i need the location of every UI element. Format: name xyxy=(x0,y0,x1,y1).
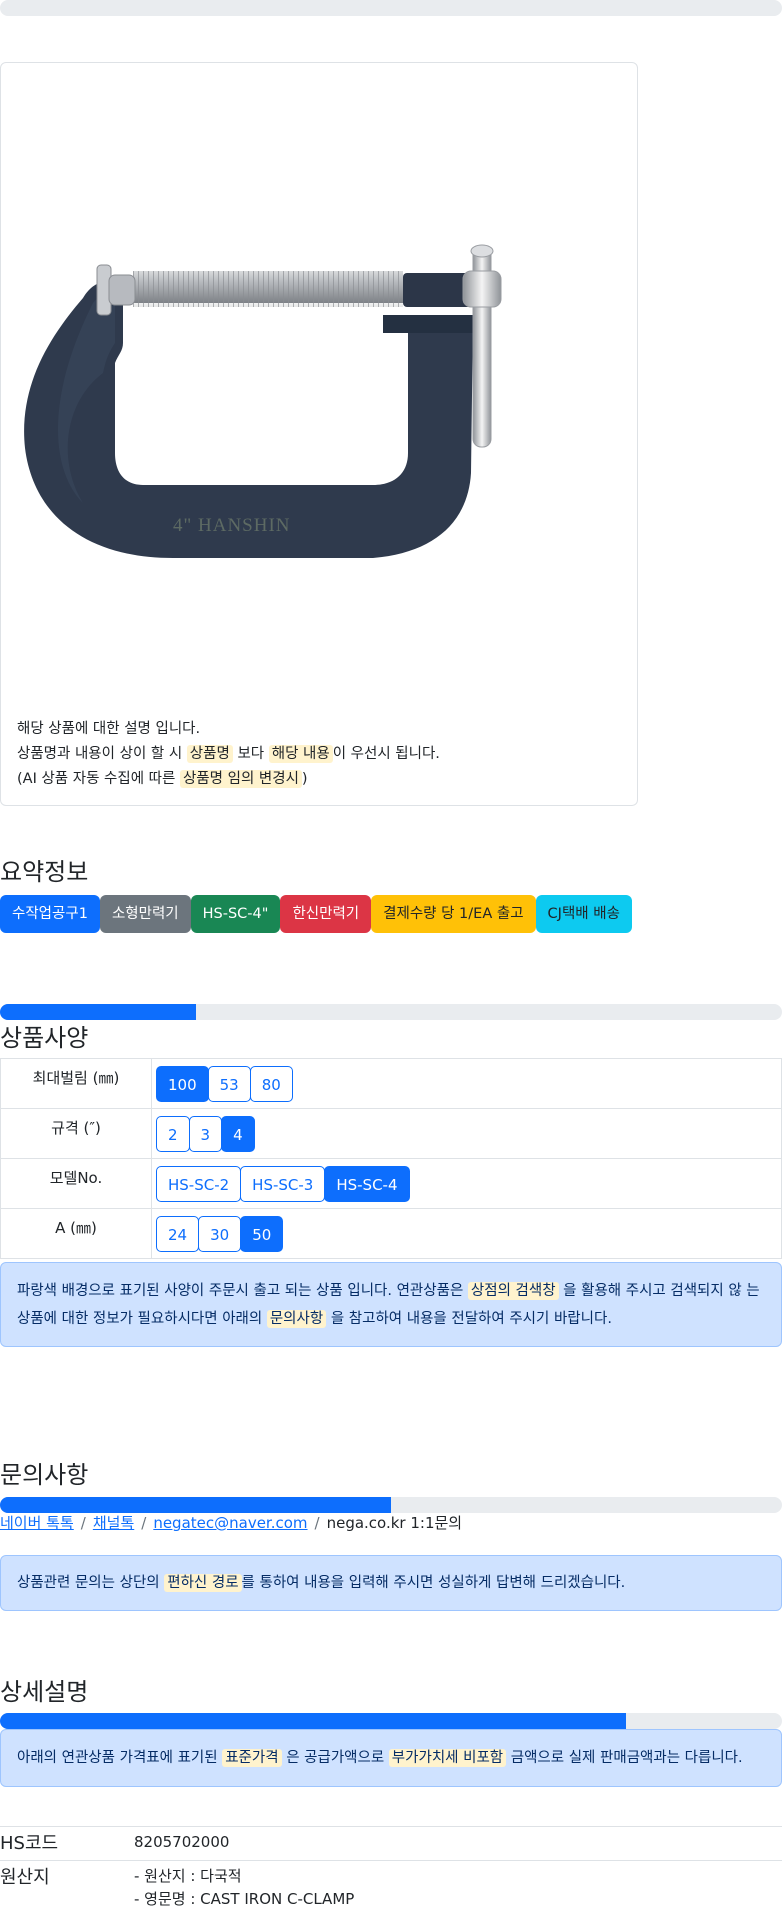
note-text: 아래의 연관상품 가격표에 표기된 xyxy=(17,1750,218,1766)
spec-option[interactable]: 24 xyxy=(156,1215,200,1252)
badge-shipping-unit[interactable]: 결제수량 당 1/EA 출고 xyxy=(371,895,536,933)
note-text: 를 통하여 내용을 입력해 주시면 성실하게 답변해 드리겠습니다. xyxy=(241,1575,626,1591)
spec-option[interactable]: HS-SC-4 xyxy=(324,1165,410,1202)
badge-delivery[interactable]: CJ택배 배송 xyxy=(535,895,632,933)
spec-option[interactable]: 80 xyxy=(249,1065,293,1102)
c-clamp-product-image: 4" HANSHIN xyxy=(24,244,502,558)
spec-option[interactable]: HS-SC-3 xyxy=(240,1165,326,1202)
highlight-standard-price: 표준가격 xyxy=(222,1749,282,1767)
detail-note: 아래의 연관상품 가격표에 표기된 표준가격 은 공급가액으로 부가가치세 비포… xyxy=(0,1729,782,1787)
spec-option[interactable]: 30 xyxy=(198,1215,242,1252)
note-text: 상품관련 문의는 상단의 xyxy=(17,1575,160,1591)
spec-row: A (㎜) 24 30 50 xyxy=(0,1208,782,1259)
detail-progress-bar xyxy=(0,1713,782,1729)
top-progress-track xyxy=(0,0,782,16)
description-line-3: (AI 상품 자동 수집에 따른 상품명 임의 변경시) xyxy=(17,767,440,792)
summary-title: 요약정보 xyxy=(0,858,89,886)
badge-subcategory[interactable]: 소형만력기 xyxy=(99,895,191,933)
description-text: 상품명과 내용이 상이 할 시 xyxy=(17,746,183,762)
detail-title: 상세설명 xyxy=(0,1678,89,1706)
spec-options: 100 53 80 xyxy=(151,1058,782,1109)
product-card: 4" HANSHIN 해당 상품에 대한 설명 입니다. 상품명과 내용이 상이… xyxy=(0,62,638,806)
note-text: 을 활용해 주시고 검색되지 않 xyxy=(563,1283,742,1299)
badge-brand[interactable]: 한신만력기 xyxy=(280,895,372,933)
note-text: 을 참고하여 내용을 전달하여 주시기 바랍니다. xyxy=(330,1311,612,1327)
highlight-route: 편하신 경로 xyxy=(164,1574,242,1592)
note-text: 금액으로 실제 판매금액과는 다릅니다. xyxy=(510,1750,743,1766)
spec-row: 모델No. HS-SC-2 HS-SC-3 HS-SC-4 xyxy=(0,1158,782,1209)
summary-badges: 수작업공구1 소형만력기 HS-SC-4" 한신만력기 결제수량 당 1/EA … xyxy=(0,895,632,933)
spec-option[interactable]: 53 xyxy=(207,1065,251,1102)
inquiry-title: 문의사항 xyxy=(0,1461,89,1489)
origin-row: 원산지 - 원산지 : 다국적 - 영문명 : CAST IRON C-CLAM… xyxy=(0,1860,782,1911)
description-text: 보다 xyxy=(237,746,265,762)
specs-title: 상품사양 xyxy=(0,1024,89,1052)
channel-talk-link[interactable]: 채널톡 xyxy=(93,1514,134,1532)
inquiry-channels: 네이버 톡톡 / 채널톡 / negatec@naver.com / nega.co.kr … xyxy=(0,1512,462,1533)
inquiry-note: 상품관련 문의는 상단의 편하신 경로 를 통하여 내용을 입력해 주시면 성실하… xyxy=(0,1555,782,1611)
highlight-inquiry: 문의사항 xyxy=(266,1310,327,1328)
specs-note: 파랑색 배경으로 표기된 사양이 주문시 출고 되는 상품 입니다. 연관상품은… xyxy=(0,1262,782,1347)
inquiry-progress-bar xyxy=(0,1497,782,1513)
hs-code-label: HS코드 xyxy=(0,1833,59,1854)
description-line-2: 상품명과 내용이 상이 할 시 상품명 보다 해당 내용 이 우선시 됩니다. xyxy=(17,742,440,767)
spec-label: 모델No. xyxy=(0,1158,152,1209)
badge-model[interactable]: HS-SC-4" xyxy=(190,895,281,933)
origin-values: - 원산지 : 다국적 - 영문명 : CAST IRON C-CLAMP xyxy=(134,1865,354,1911)
inquiry-progress-fill xyxy=(0,1497,391,1513)
origin-english-name: - 영문명 : CAST IRON C-CLAMP xyxy=(134,1890,355,1908)
email-link[interactable]: negatec@naver.com xyxy=(153,1514,307,1532)
highlight-content: 해당 내용 xyxy=(268,745,333,763)
description-line-1: 해당 상품에 대한 설명 입니다. xyxy=(17,721,201,737)
description-text: ) xyxy=(301,771,308,787)
note-text: 은 공급가액으로 xyxy=(286,1750,385,1766)
highlight-search: 상점의 검색창 xyxy=(467,1282,559,1300)
separator: / xyxy=(141,1514,147,1532)
spec-options: 234 xyxy=(151,1108,782,1159)
description-text: 이 우선시 됩니다. xyxy=(332,746,440,762)
spec-row: 규격 (″) 234 xyxy=(0,1108,782,1159)
note-text: 파랑색 배경으로 표기된 사양이 주문시 출고 되는 상품 입니다. 연관상품은 xyxy=(17,1283,464,1299)
product-description: 해당 상품에 대한 설명 입니다. 상품명과 내용이 상이 할 시 상품명 보다… xyxy=(17,717,440,792)
separator: / xyxy=(314,1514,320,1532)
description-text: (AI 상품 자동 수집에 따른 xyxy=(17,771,176,787)
site-inquiry-text: nega.co.kr 1:1문의 xyxy=(326,1514,463,1532)
spec-options: HS-SC-2 HS-SC-3 HS-SC-4 xyxy=(151,1158,782,1209)
spec-option[interactable]: 100 xyxy=(156,1065,209,1102)
spec-options: 24 30 50 xyxy=(151,1208,782,1259)
spec-option[interactable]: 3 xyxy=(188,1115,223,1152)
spec-table: 최대벌림 (㎜) 100 53 80 규격 (″) 234 모델No. HS-SC-… xyxy=(0,1058,782,1259)
highlight-product-name: 상품명 xyxy=(186,745,233,763)
spec-label: 최대벌림 (㎜) xyxy=(0,1058,152,1109)
spec-option[interactable]: 50 xyxy=(240,1215,284,1252)
spec-option[interactable]: HS-SC-2 xyxy=(156,1165,242,1202)
hs-code-row: HS코드 8205702000 xyxy=(0,1826,782,1861)
separator: / xyxy=(80,1514,86,1532)
spec-label: A (㎜) xyxy=(0,1208,152,1259)
hs-code-value: 8205702000 xyxy=(134,1833,230,1851)
highlight-vat: 부가가치세 비포함 xyxy=(388,1749,507,1767)
origin-label: 원산지 xyxy=(0,1867,50,1888)
clamp-engraving: 4" HANSHIN xyxy=(173,515,291,536)
spec-option[interactable]: 2 xyxy=(156,1115,190,1152)
detail-progress-fill xyxy=(0,1713,626,1729)
origin-country: - 원산지 : 다국적 xyxy=(134,1867,242,1885)
spec-row: 최대벌림 (㎜) 100 53 80 xyxy=(0,1058,782,1109)
highlight-name-change: 상품명 임의 변경시 xyxy=(179,770,302,788)
badge-category[interactable]: 수작업공구1 xyxy=(0,895,100,933)
naver-talk-link[interactable]: 네이버 톡톡 xyxy=(0,1514,74,1532)
specs-progress-bar xyxy=(0,1004,782,1020)
spec-label: 규격 (″) xyxy=(0,1108,152,1159)
spec-option[interactable]: 4 xyxy=(221,1115,255,1152)
